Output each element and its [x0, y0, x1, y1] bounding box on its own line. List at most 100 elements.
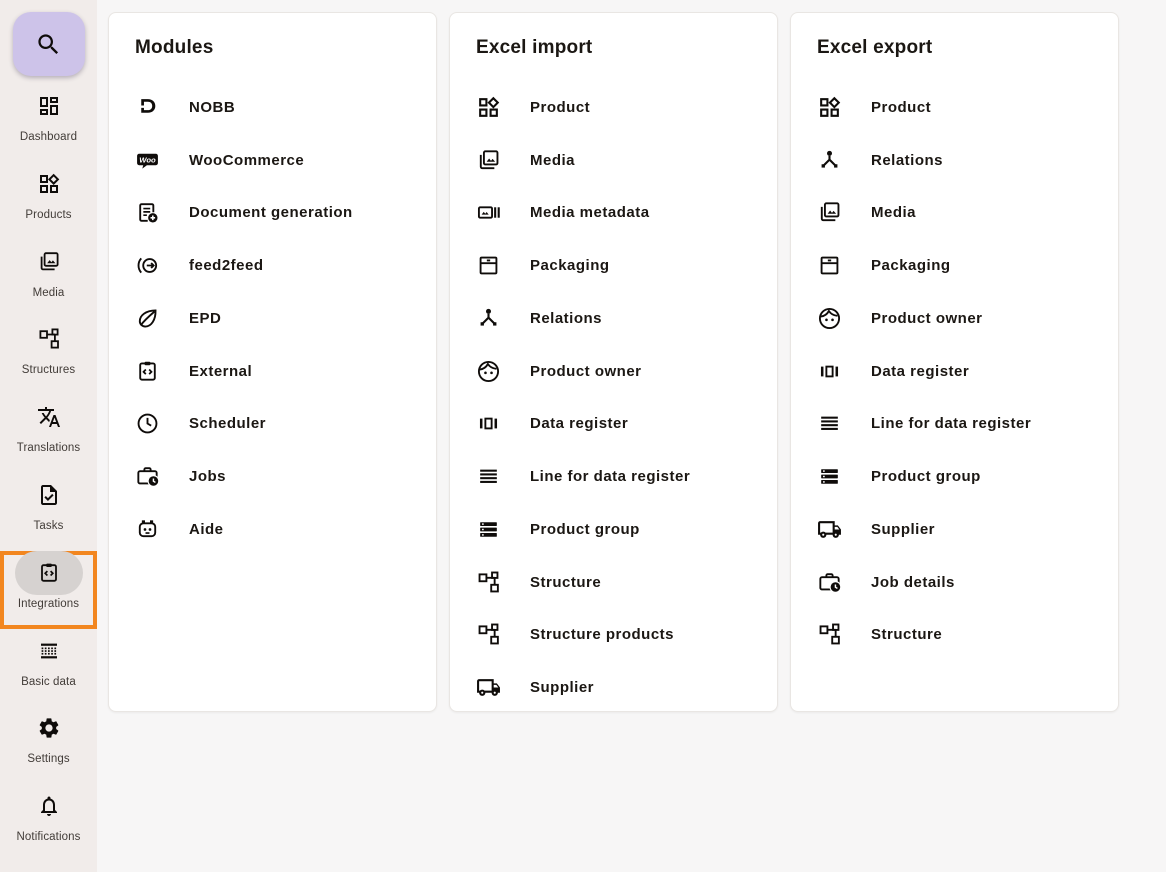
card-title: Excel import	[476, 37, 777, 59]
media-stack-icon	[37, 250, 61, 274]
sidebar-item-structures[interactable]: Structures	[0, 317, 97, 395]
sidebar-item-label: Structures	[22, 364, 75, 376]
card-item-job-details[interactable]: Job details	[791, 556, 1118, 609]
structure-icon	[37, 327, 61, 351]
card-item-media[interactable]: Media	[450, 134, 777, 187]
card-item-data-register[interactable]: Data register	[450, 398, 777, 451]
sidebar-item-label: Notifications	[17, 831, 81, 843]
structure-icon	[476, 570, 501, 595]
card-item-product[interactable]: Product	[450, 81, 777, 134]
card-item-label: Structure	[871, 626, 942, 643]
card-item-packaging[interactable]: Packaging	[450, 239, 777, 292]
card-item-product-group[interactable]: Product group	[791, 450, 1118, 503]
sidebar-item-tasks[interactable]: Tasks	[0, 473, 97, 551]
search-button[interactable]	[13, 12, 85, 76]
card-item-product[interactable]: Product	[791, 81, 1118, 134]
sidebar-item-settings[interactable]: Settings	[0, 706, 97, 784]
widgets-icon	[476, 95, 501, 120]
card-item-nobb[interactable]: NOBB	[109, 81, 436, 134]
package-box-icon	[817, 253, 842, 278]
card-item-media[interactable]: Media	[791, 187, 1118, 240]
card-item-line-for-data-register[interactable]: Line for data register	[791, 398, 1118, 451]
card-item-media-metadata[interactable]: Media metadata	[450, 187, 777, 240]
card-item-label: Document generation	[189, 204, 353, 221]
sidebar-item-label: Settings	[27, 753, 69, 765]
product-group-icon	[476, 517, 501, 542]
card-item-supplier[interactable]: Supplier	[791, 503, 1118, 556]
document-add-icon	[135, 200, 160, 225]
card-item-structure[interactable]: Structure	[791, 609, 1118, 662]
package-box-icon	[476, 253, 501, 278]
clock-icon	[135, 411, 160, 436]
bell-icon	[37, 794, 61, 818]
card-item-label: feed2feed	[189, 257, 264, 274]
card-item-line-for-data-register[interactable]: Line for data register	[450, 450, 777, 503]
card-item-woocommerce[interactable]: WooCommerce	[109, 134, 436, 187]
card-item-jobs[interactable]: Jobs	[109, 450, 436, 503]
dashboard-icon	[37, 94, 61, 118]
card-item-product-owner[interactable]: Product owner	[450, 345, 777, 398]
card-item-data-register[interactable]: Data register	[791, 345, 1118, 398]
sidebar-item-media[interactable]: Media	[0, 240, 97, 318]
sidebar-item-label: Basic data	[21, 676, 76, 688]
sidebar-item-basic-data[interactable]: Basic data	[0, 629, 97, 707]
card-item-label: Structure products	[530, 626, 674, 643]
card-item-label: Product owner	[530, 363, 642, 380]
card-item-label: External	[189, 363, 252, 380]
card-title: Modules	[135, 37, 436, 59]
card-item-label: Structure	[530, 574, 601, 591]
card-item-packaging[interactable]: Packaging	[791, 239, 1118, 292]
face-icon	[476, 359, 501, 384]
card-item-relations[interactable]: Relations	[791, 134, 1118, 187]
sidebar-item-pill	[15, 395, 83, 439]
sidebar-item-label: Translations	[17, 442, 80, 454]
card-excel-import: Excel import Product Media Media metadat…	[449, 12, 778, 712]
card-item-feed2feed[interactable]: feed2feed	[109, 239, 436, 292]
sidebar-item-dashboard[interactable]: Dashboard	[0, 84, 97, 162]
robot-icon	[135, 517, 160, 542]
card-item-supplier[interactable]: Supplier	[450, 661, 777, 714]
sidebar-item-pill	[15, 317, 83, 361]
structure-icon	[476, 622, 501, 647]
card-item-product-group[interactable]: Product group	[450, 503, 777, 556]
search-icon	[35, 31, 62, 58]
card-item-structure[interactable]: Structure	[450, 556, 777, 609]
card-item-label: Product	[871, 99, 931, 116]
card-item-external[interactable]: External	[109, 345, 436, 398]
card-item-aide[interactable]: Aide	[109, 503, 436, 556]
sidebar-item-products[interactable]: Products	[0, 162, 97, 240]
nobb-logo-icon	[135, 95, 160, 120]
card-item-label: Packaging	[871, 257, 951, 274]
card-item-relations[interactable]: Relations	[450, 292, 777, 345]
task-check-icon	[37, 483, 61, 507]
sidebar-item-pill	[15, 629, 83, 673]
card-item-label: Supplier	[530, 679, 594, 696]
card-item-label: Media	[871, 204, 916, 221]
sidebar-item-pill	[15, 162, 83, 206]
card-item-label: Line for data register	[871, 415, 1031, 432]
translate-icon	[37, 405, 61, 429]
card-item-label: Scheduler	[189, 415, 266, 432]
card-item-label: NOBB	[189, 99, 235, 116]
card-item-label: Line for data register	[530, 468, 690, 485]
lines-icon	[476, 464, 501, 489]
basic-data-icon	[37, 639, 61, 663]
briefcase-clock-icon	[817, 570, 842, 595]
card-item-epd[interactable]: EPD	[109, 292, 436, 345]
card-item-structure-products[interactable]: Structure products	[450, 609, 777, 662]
card-item-product-owner[interactable]: Product owner	[791, 292, 1118, 345]
sidebar-item-label: Media	[33, 287, 65, 299]
sidebar-item-notifications[interactable]: Notifications	[0, 784, 97, 862]
sidebar-item-translations[interactable]: Translations	[0, 395, 97, 473]
card-excel-export: Excel export Product Relations Media Pac…	[790, 12, 1119, 712]
truck-icon	[476, 675, 501, 700]
sidebar-item-label: Dashboard	[20, 131, 77, 143]
card-item-scheduler[interactable]: Scheduler	[109, 398, 436, 451]
structure-icon	[817, 622, 842, 647]
briefcase-clock-icon	[135, 464, 160, 489]
data-register-icon	[476, 411, 501, 436]
sidebar-item-label: Integrations	[18, 598, 79, 610]
sidebar-item-integrations[interactable]: Integrations	[0, 551, 97, 629]
card-item-label: Supplier	[871, 521, 935, 538]
card-item-document-generation[interactable]: Document generation	[109, 187, 436, 240]
